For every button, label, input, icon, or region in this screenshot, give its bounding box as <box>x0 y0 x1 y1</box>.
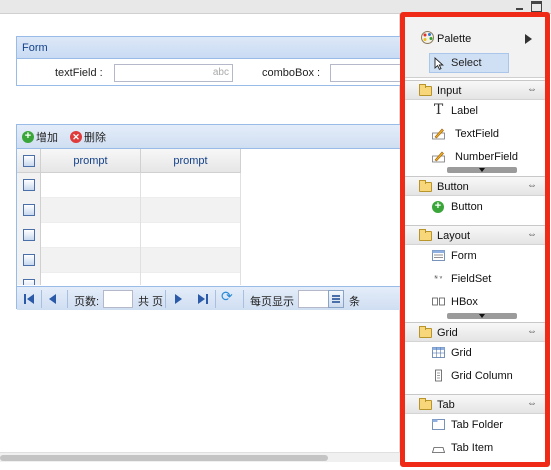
table-row[interactable] <box>17 198 241 223</box>
table-cell[interactable] <box>141 223 241 248</box>
combobox-label: comboBox : <box>262 67 321 79</box>
delete-button[interactable]: ✕ 删除 <box>70 129 106 145</box>
row-checkbox-cell <box>17 223 41 248</box>
row-checkbox-cell <box>17 173 41 198</box>
header-checkbox-cell <box>17 149 41 173</box>
table-cell[interactable] <box>41 223 141 248</box>
editor-window: Form textField : abc comboBox : + 增加 ✕ 删… <box>0 0 551 470</box>
delete-icon: ✕ <box>70 131 82 143</box>
previous-page-icon[interactable] <box>48 291 58 307</box>
form-panel-title: Form <box>17 37 400 59</box>
maximize-icon[interactable] <box>531 1 542 12</box>
next-page-icon[interactable] <box>173 291 183 307</box>
combobox-input[interactable] <box>330 64 402 82</box>
table-row[interactable] <box>17 273 241 285</box>
row-checkbox-cell <box>17 248 41 273</box>
row-checkbox-cell <box>17 198 41 223</box>
table-cell[interactable] <box>141 248 241 273</box>
table-cell[interactable] <box>141 198 241 223</box>
minimize-icon[interactable] <box>514 1 525 12</box>
table-cell[interactable] <box>41 198 141 223</box>
grid-header: prompt prompt <box>17 149 241 173</box>
horizontal-scrollbar[interactable] <box>0 452 400 462</box>
page-size-input[interactable] <box>298 290 329 308</box>
total-pages-label: 共 页 <box>138 296 164 308</box>
unit-label: 条 <box>349 296 360 308</box>
page-size-dropdown-icon[interactable] <box>328 290 344 308</box>
form-row: textField : abc comboBox : <box>17 59 402 86</box>
palette-highlight-outline <box>400 12 550 467</box>
row-checkbox[interactable] <box>23 229 35 241</box>
table-cell[interactable] <box>41 173 141 198</box>
add-button-label: 增加 <box>36 132 58 144</box>
form-panel[interactable]: Form textField : abc comboBox : <box>16 36 402 86</box>
row-checkbox[interactable] <box>23 254 35 266</box>
row-checkbox[interactable] <box>23 279 35 285</box>
delete-button-label: 删除 <box>84 132 106 144</box>
column-header-prompt-2[interactable]: prompt <box>141 149 241 173</box>
scrollbar-thumb[interactable] <box>0 455 328 461</box>
separator <box>243 290 244 308</box>
grid-toolbar: + 增加 ✕ 删除 <box>17 125 400 149</box>
textfield-label: textField : <box>55 67 103 79</box>
separator <box>41 290 42 308</box>
first-page-icon[interactable] <box>23 291 35 307</box>
page-label: 页数: <box>74 296 100 308</box>
row-checkbox[interactable] <box>23 204 35 216</box>
row-checkbox[interactable] <box>23 179 35 191</box>
add-icon: + <box>22 131 34 143</box>
table-row[interactable] <box>17 223 241 248</box>
page-number-input[interactable] <box>103 290 133 308</box>
column-header-prompt-1[interactable]: prompt <box>41 149 141 173</box>
textfield-input[interactable]: abc <box>114 64 233 82</box>
table-cell[interactable] <box>141 273 241 285</box>
row-checkbox-cell <box>17 273 41 285</box>
textfield-placeholder: abc <box>212 67 229 78</box>
table-cell[interactable] <box>41 248 141 273</box>
table-cell[interactable] <box>41 273 141 285</box>
grid-body <box>17 173 241 285</box>
refresh-icon[interactable]: ⟳ <box>221 288 236 304</box>
grid-panel[interactable]: + 增加 ✕ 删除 prompt prompt 页数: 共 页 ⟳ 每页显示 条 <box>16 124 401 310</box>
per-page-label: 每页显示 <box>250 296 294 308</box>
table-cell[interactable] <box>141 173 241 198</box>
last-page-icon[interactable] <box>197 291 209 307</box>
separator <box>67 290 68 308</box>
add-button[interactable]: + 增加 <box>22 129 58 145</box>
select-all-checkbox[interactable] <box>23 155 35 167</box>
separator <box>215 290 216 308</box>
separator <box>165 290 166 308</box>
table-row[interactable] <box>17 248 241 273</box>
paging-toolbar: 页数: 共 页 ⟳ 每页显示 条 <box>17 286 401 310</box>
table-row[interactable] <box>17 173 241 198</box>
